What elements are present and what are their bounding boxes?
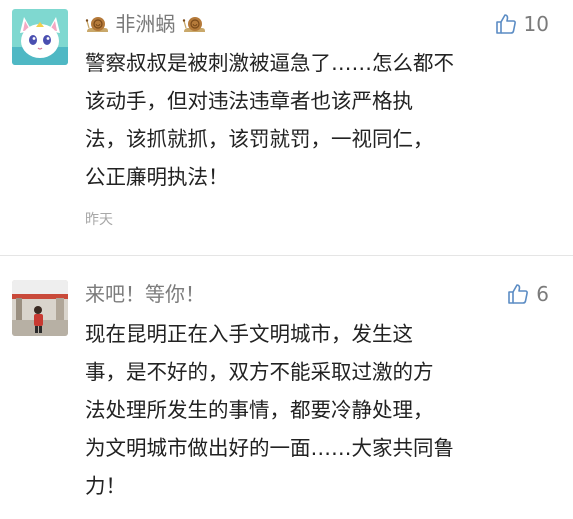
- like-count: 10: [523, 12, 549, 36]
- comment-line: 力！: [85, 474, 126, 498]
- comment-line: 公正廉明执法！: [85, 165, 229, 189]
- avatar[interactable]: [12, 9, 68, 65]
- username-text: 来吧！等你！: [85, 282, 205, 306]
- cartoon-cat-avatar-icon: [12, 9, 68, 65]
- snail-icon: [182, 17, 205, 32]
- comment-item: 来吧！等你！ 6 现在昆明正在入手文明城市，发生这 事，是不好的，双方不能采取过…: [0, 262, 573, 519]
- snail-icon: [85, 17, 108, 32]
- thumbs-up-icon: [508, 284, 529, 304]
- comment-line: 法，该抓就抓，该罚就罚，一视同仁，: [85, 127, 434, 151]
- comment-line: 法处理所发生的事情，都要冷静处理，: [85, 398, 434, 422]
- timestamp: 昨天: [85, 212, 113, 228]
- photo-avatar-icon: [12, 280, 68, 336]
- avatar[interactable]: [12, 280, 68, 336]
- comment-line: 现在昆明正在入手文明城市，发生这: [85, 322, 413, 346]
- comment-line: 该动手，但对违法违章者也该严格执: [85, 89, 413, 113]
- username[interactable]: 非洲蜗: [85, 11, 206, 37]
- like-count: 6: [536, 282, 549, 306]
- like-button[interactable]: 6: [506, 282, 549, 306]
- username-text: 非洲蜗: [115, 12, 176, 36]
- like-button[interactable]: 10: [494, 12, 549, 36]
- thumbs-up-icon: [495, 14, 516, 34]
- comment-line: 警察叔叔是被刺激被逼急了……怎么都不: [85, 51, 454, 75]
- comment-item: 非洲蜗 10 警察叔叔是被刺激被逼急了……怎么都不 该动手，但对违法违章者也该严…: [0, 0, 573, 255]
- comment-line: 为文明城市做出好的一面……大家共同鲁: [85, 436, 454, 460]
- comment-line: 事，是不好的，双方不能采取过激的方: [85, 360, 434, 384]
- comment-text: 警察叔叔是被刺激被逼急了……怎么都不 该动手，但对违法违章者也该严格执 法，该抓…: [85, 44, 555, 196]
- username[interactable]: 来吧！等你！: [85, 281, 205, 307]
- divider: [0, 255, 573, 256]
- comment-text: 现在昆明正在入手文明城市，发生这 事，是不好的，双方不能采取过激的方 法处理所发…: [85, 315, 555, 505]
